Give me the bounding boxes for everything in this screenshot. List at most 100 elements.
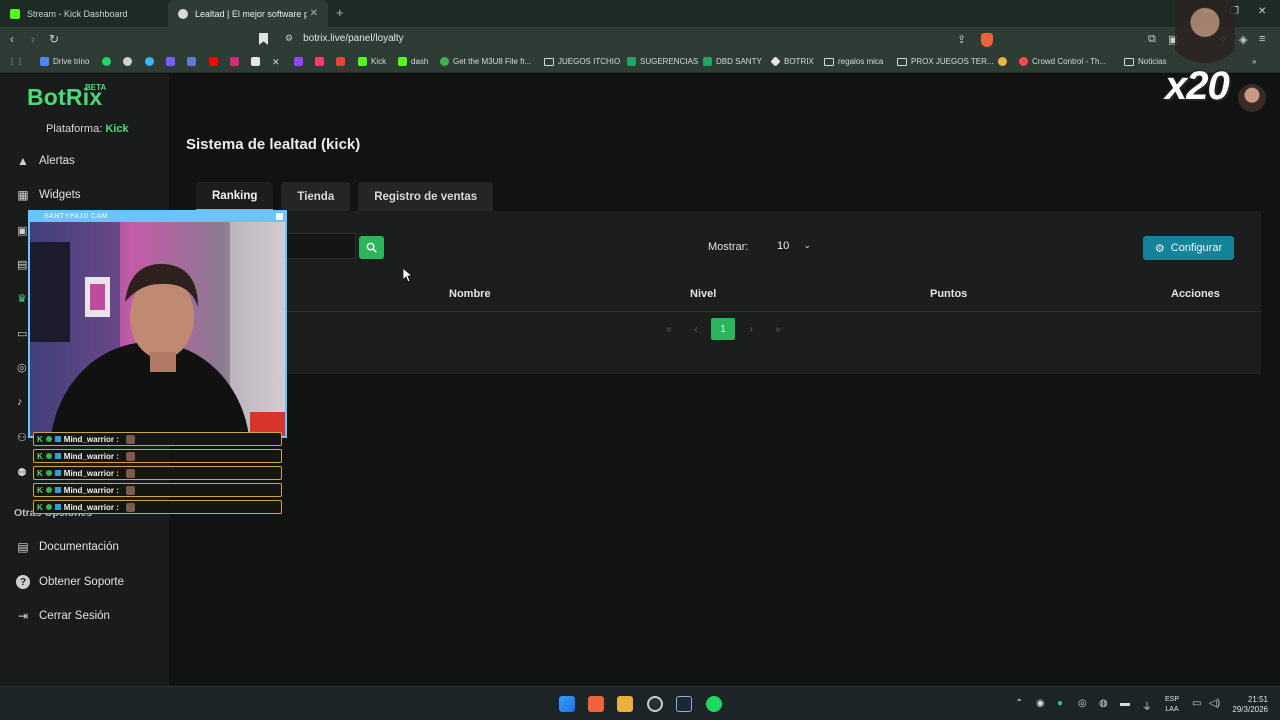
bookmark-dbd-santy[interactable]: DBD SANTY	[703, 57, 762, 66]
steam-icon[interactable]	[676, 696, 692, 712]
bookmark-juegos-itchio[interactable]: JUEGOS ITCHIO	[544, 57, 620, 66]
user-group-icon[interactable]: ⚉	[17, 466, 27, 479]
tray-app-icon[interactable]: ▬	[1120, 698, 1130, 709]
youtube-icon[interactable]	[209, 57, 218, 66]
tab-title: Stream - Kick Dashboard	[27, 8, 128, 19]
x-icon[interactable]: ✕	[272, 57, 280, 68]
sheet-icon	[703, 57, 712, 66]
pagination-current[interactable]: 1	[711, 318, 735, 340]
bookmark-crowd-control[interactable]: Crowd Control - Th...	[1019, 57, 1106, 66]
botrix-icon	[178, 8, 188, 19]
obs-tray-icon[interactable]: ◎	[1078, 698, 1087, 709]
sidebar-item-documentacion[interactable]: ▤ Documentación	[16, 540, 119, 554]
users-icon[interactable]: ⚇	[17, 431, 27, 444]
bookmarks-bar: ⋮⋮ Drive trino ✕ Kick dash Get the M3U8 …	[0, 53, 1280, 73]
column-header-nombre[interactable]: Nombre	[449, 288, 491, 300]
bookmark-regalos-mica[interactable]: regalos mica	[824, 57, 883, 66]
emote-icon	[125, 468, 135, 478]
bookmark-icon-2[interactable]	[123, 57, 132, 66]
sidebar-item-alertas[interactable]: ▲ Alertas	[16, 154, 75, 168]
browser-tab-lealtad[interactable]: Lealtad | El mejor software para... ✕	[168, 0, 328, 27]
tab-tienda[interactable]: Tienda	[281, 182, 351, 211]
id-card-icon[interactable]: ▤	[17, 258, 27, 271]
reload-icon[interactable]: ↻	[49, 32, 59, 46]
chevron-up-icon[interactable]: ⌃	[1015, 698, 1023, 709]
bookmark-botrix[interactable]: BOTRIX	[770, 56, 814, 67]
drive-icon	[40, 57, 49, 66]
spotify-icon[interactable]	[706, 696, 722, 712]
new-tab-button[interactable]: +	[336, 5, 344, 20]
back-icon[interactable]: ‹	[10, 32, 14, 46]
pagination-prev[interactable]: ‹	[689, 318, 703, 340]
pagination-first[interactable]: «	[662, 318, 676, 340]
configure-button[interactable]: ⚙ Configurar	[1143, 236, 1234, 260]
bookmark-icon-7[interactable]	[998, 57, 1007, 66]
chat-message: K Mind_warrior :	[33, 483, 282, 497]
tab-registro-ventas[interactable]: Registro de ventas	[358, 182, 494, 211]
close-window-button[interactable]: ✕	[1258, 6, 1266, 17]
search-button[interactable]	[359, 236, 384, 259]
language-indicator[interactable]: ESP LAA	[1165, 695, 1179, 715]
discord-tray-icon[interactable]: ◉	[1036, 698, 1045, 709]
apps-icon[interactable]: ⋮⋮	[8, 57, 24, 66]
robot-icon[interactable]: ▣	[17, 224, 27, 237]
instagram-icon[interactable]	[230, 57, 239, 66]
sidebar-item-label: Widgets	[39, 189, 81, 201]
microphone-icon[interactable]: ⏚	[1142, 698, 1152, 713]
sidebar-item-cerrar-sesion[interactable]: ⇥ Cerrar Sesión	[16, 609, 110, 623]
bookmark-sugerencias[interactable]: SUGERENCIAS	[627, 57, 698, 66]
share-icon[interactable]: ⇪	[957, 33, 966, 46]
pagination-next[interactable]: ›	[744, 318, 758, 340]
emote-icon	[125, 434, 135, 444]
beta-badge: BETA	[85, 83, 107, 92]
bookmark-icon-5[interactable]	[187, 57, 196, 66]
gmail-icon[interactable]	[336, 57, 345, 66]
trophy-icon[interactable]: ♛	[17, 292, 27, 305]
whatsapp-icon[interactable]	[102, 57, 111, 66]
tiktok-icon[interactable]	[251, 57, 260, 66]
network-icon[interactable]: ▭	[1192, 698, 1201, 709]
sidebar-item-widgets[interactable]: ▦ Widgets	[16, 188, 81, 202]
column-header-puntos[interactable]: Puntos	[930, 288, 967, 300]
brave-browser-icon[interactable]	[588, 696, 604, 712]
browser-tab-stream[interactable]: Stream - Kick Dashboard	[0, 0, 168, 27]
bookmark-icon-4[interactable]	[166, 57, 175, 66]
music-icon[interactable]: ♪	[17, 396, 23, 408]
bookmark-kick[interactable]: Kick	[358, 57, 386, 66]
volume-icon[interactable]: ◁)	[1209, 698, 1220, 709]
menu-icon[interactable]: ≡	[1259, 33, 1265, 45]
bookmark-noticias[interactable]: Noticias	[1124, 57, 1166, 66]
brave-shields-icon[interactable]	[981, 33, 993, 47]
gear-icon: ⚙	[1154, 242, 1165, 255]
extensions-icon[interactable]: ⧉	[1148, 33, 1156, 46]
windows-start-icon[interactable]	[559, 696, 575, 712]
bookmark-drive[interactable]: Drive trino	[40, 57, 89, 66]
wallet-icon[interactable]: ◈	[1239, 33, 1247, 46]
site-info-icon[interactable]: ⚙	[285, 33, 293, 44]
column-header-nivel[interactable]: Nivel	[690, 288, 716, 300]
bookmark-dash[interactable]: dash	[398, 57, 428, 66]
twitch-icon[interactable]	[294, 57, 303, 66]
forward-icon[interactable]: ›	[31, 32, 35, 46]
file-explorer-icon[interactable]	[617, 696, 633, 712]
loyalty-tabs: Ranking Tienda Registro de ventas	[196, 182, 494, 211]
bookmark-icon-3[interactable]	[145, 57, 154, 66]
close-tab-icon[interactable]: ✕	[310, 8, 318, 19]
obs-icon[interactable]	[647, 696, 663, 712]
gamepad-icon[interactable]: ◎	[17, 361, 27, 374]
taskbar: ⌃ ◉ ● ◎ ◍ ▬ ⏚ ESP LAA ▭ ◁) 21:51 29/3/20…	[0, 686, 1280, 720]
pagination-last[interactable]: »	[771, 318, 785, 340]
sidebar-item-soporte[interactable]: ? Obtener Soporte	[16, 575, 124, 589]
show-count-select[interactable]: 10 ⌄	[771, 235, 819, 257]
spotify-tray-icon[interactable]: ●	[1057, 698, 1063, 709]
url-field[interactable]: ⚙ botrix.live/panel/loyalty	[285, 33, 404, 44]
bookmark-icon-6[interactable]	[315, 57, 324, 66]
steam-tray-icon[interactable]: ◍	[1099, 698, 1108, 709]
bookmark-m3u8[interactable]: Get the M3U8 File fr...	[440, 57, 531, 66]
tab-ranking[interactable]: Ranking	[196, 182, 274, 211]
bookmark-icon[interactable]	[259, 33, 268, 45]
bookmark-prox-juegos[interactable]: PROX JUEGOS TER...	[897, 57, 994, 66]
more-bookmarks-icon[interactable]: »	[1252, 57, 1256, 66]
monitor-icon[interactable]: ▭	[17, 327, 27, 340]
clock[interactable]: 21:51 29/3/2026	[1228, 695, 1268, 715]
